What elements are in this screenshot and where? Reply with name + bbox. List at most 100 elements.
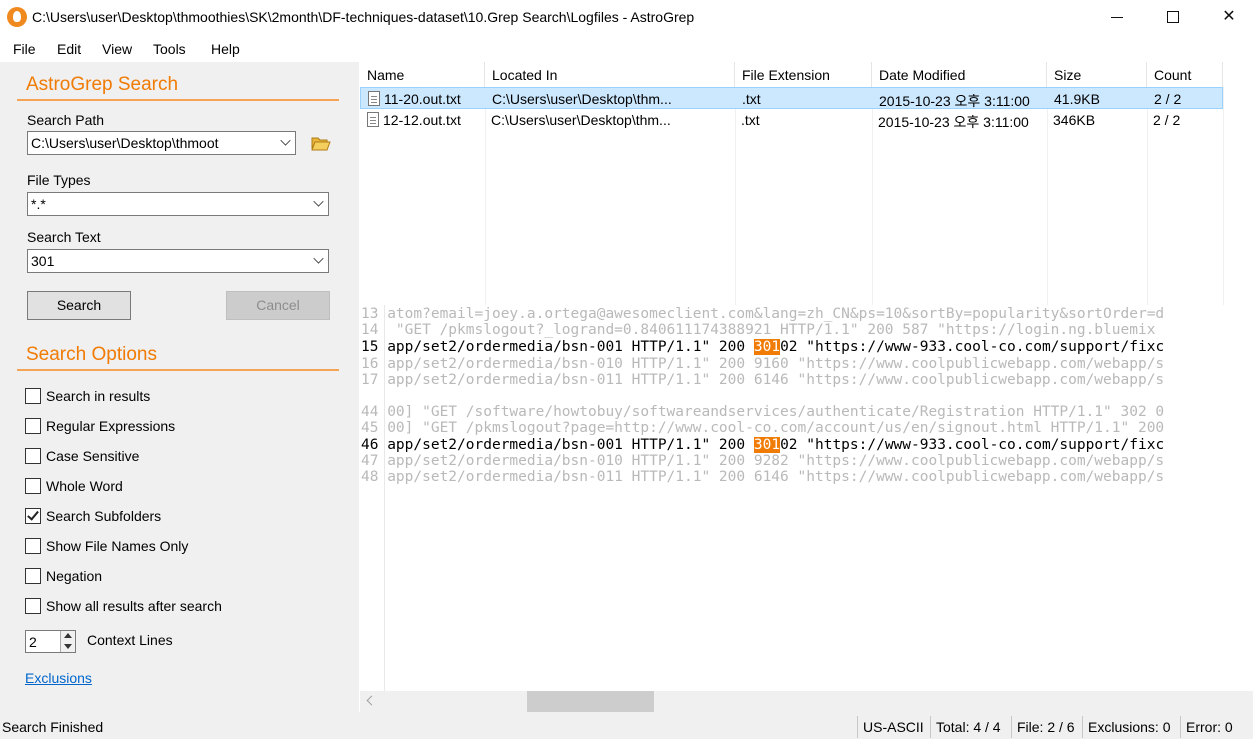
checkbox-checked[interactable] [25,508,41,524]
context-lines-label: Context Lines [87,632,173,648]
preview-line-match: 46 app/set2/ordermedia/bsn-001 HTTP/1.1"… [361,437,1164,453]
close-icon: ✕ [1222,8,1236,25]
open-folder-icon[interactable] [311,135,331,151]
menu-view[interactable]: View [102,41,132,57]
checkbox[interactable] [25,568,41,584]
text-file-icon [367,112,379,127]
search-heading: AstroGrep Search [26,74,179,95]
menu-edit[interactable]: Edit [57,41,81,57]
preview-line: 48 app/set2/ordermedia/bsn-011 HTTP/1.1"… [361,469,1164,485]
scrollbar-thumb[interactable] [527,691,654,712]
option-label: Case Sensitive [46,448,140,464]
line-text: app/set2/ordermedia/bsn-011 HTTP/1.1" 20… [387,372,1165,388]
cell-size: 346KB [1053,112,1096,128]
scroll-left-icon[interactable] [366,695,377,706]
line-text: atom?email=joey.a.ortega@awesomeclient.c… [387,306,1165,322]
checkbox[interactable] [25,418,41,434]
minimize-icon [1111,17,1123,18]
search-heading-divider [17,99,339,101]
file-types-label: File Types [27,172,91,188]
table-row-selected[interactable]: 11-20.out.txt C:\Users\user\Desktop\thm.… [360,87,1223,109]
menu-file[interactable]: File [13,41,36,57]
line-text: app/set2/ordermedia/bsn-010 HTTP/1.1" 20… [387,356,1165,372]
cell-extension: .txt [742,91,761,107]
line-text: 00] "GET /pkmslogout?page=http://www.coo… [387,420,1165,436]
line-text-after: 02 "https://www-933.cool-co.com/support/… [780,437,1165,453]
preview-line: 45 00] "GET /pkmslogout?page=http://www.… [361,420,1164,436]
match-preview-pane[interactable]: 13 atom?email=joey.a.ortega@awesomeclien… [360,305,1253,691]
close-button[interactable]: ✕ [1201,0,1253,34]
checkbox[interactable] [25,538,41,554]
line-text: app/set2/ordermedia/bsn-011 HTTP/1.1" 20… [387,469,1165,485]
text-file-icon [368,91,380,106]
checkbox[interactable] [25,388,41,404]
line-number: 47 [361,453,379,469]
checkbox[interactable] [25,598,41,614]
search-text-combo[interactable]: 301 [27,249,329,273]
column-divider [1223,87,1224,305]
preview-line-match: 15 app/set2/ordermedia/bsn-001 HTTP/1.1"… [361,339,1164,355]
search-button[interactable]: Search [27,291,131,320]
preview-line: 44 00] "GET /software/howtobuy/softwarea… [361,404,1164,420]
search-panel: AstroGrep Search Search Path C:\Users\us… [0,62,359,712]
window-title: C:\Users\user\Desktop\thmoothies\SK\2mon… [32,9,695,25]
preview-line: 14 "GET /pkmslogout?_logrand=0.840611174… [361,322,1155,338]
cancel-button[interactable]: Cancel [226,291,330,320]
menu-tools[interactable]: Tools [153,41,186,57]
option-label: Search Subfolders [46,508,162,524]
match-highlight: 301 [753,339,781,355]
option-label: Search in results [46,388,151,404]
checkmark-icon [27,508,39,521]
cell-location: C:\Users\user\Desktop\thm... [492,91,672,107]
column-header-size[interactable]: Size [1047,62,1147,87]
stepper-buttons[interactable] [60,631,75,652]
status-exclusions: Exclusions: 0 [1082,716,1170,738]
menu-help[interactable]: Help [211,41,240,57]
cell-extension: .txt [741,112,760,128]
line-number: 16 [361,356,379,372]
chevron-down-icon [280,135,291,146]
maximize-button[interactable] [1145,0,1201,34]
chevron-down-icon [313,253,324,264]
maximize-icon [1167,11,1179,23]
column-header-date-modified[interactable]: Date Modified [872,62,1047,87]
option-label: Whole Word [46,478,123,494]
column-header-count[interactable]: Count [1147,62,1223,87]
line-text: 00] "GET /software/howtobuy/softwareands… [387,404,1165,420]
line-text: "GET /pkmslogout?_logrand=0.840611174388… [387,322,1156,338]
line-number: 44 [361,404,379,420]
column-title: Count [1154,67,1192,83]
horizontal-scrollbar[interactable] [360,691,1253,712]
table-row[interactable]: 12-12.out.txt C:\Users\user\Desktop\thm.… [360,109,1223,131]
checkbox[interactable] [25,448,41,464]
line-number: 14 [361,322,379,338]
column-title: Name [367,67,405,83]
context-lines-value: 2 [29,634,37,650]
status-message: Search Finished [2,719,104,735]
cell-location: C:\Users\user\Desktop\thm... [491,112,671,128]
option-label: Show File Names Only [46,538,189,554]
search-options-heading: Search Options [26,344,157,365]
arrow-up-icon[interactable] [64,633,72,638]
column-title: Date Modified [879,67,966,83]
search-text-value: 301 [31,253,55,269]
preview-line: 17 app/set2/ordermedia/bsn-011 HTTP/1.1"… [361,372,1164,388]
cell-count: 2 / 2 [1153,112,1181,128]
column-header-name[interactable]: Name [360,62,485,87]
menu-bar: File Edit View Tools Help [0,36,1253,62]
file-types-combo[interactable]: *.* [27,192,329,216]
context-lines-stepper[interactable]: 2 [25,630,76,653]
chevron-down-icon [313,196,324,207]
column-header-file-extension[interactable]: File Extension [735,62,872,87]
status-file: File: 2 / 6 [1011,716,1075,738]
minimize-button[interactable] [1089,0,1145,34]
exclusions-link[interactable]: Exclusions [25,670,92,686]
column-header-located-in[interactable]: Located In [485,62,735,87]
line-number: 48 [361,469,379,485]
astrogrep-app-icon [7,7,27,27]
checkbox[interactable] [25,478,41,494]
line-text: app/set2/ordermedia/bsn-010 HTTP/1.1" 20… [387,453,1165,469]
title-bar: C:\Users\user\Desktop\thmoothies\SK\2mon… [0,0,1253,36]
search-path-combo[interactable]: C:\Users\user\Desktop\thmoot [27,131,296,155]
arrow-down-icon[interactable] [64,644,72,649]
